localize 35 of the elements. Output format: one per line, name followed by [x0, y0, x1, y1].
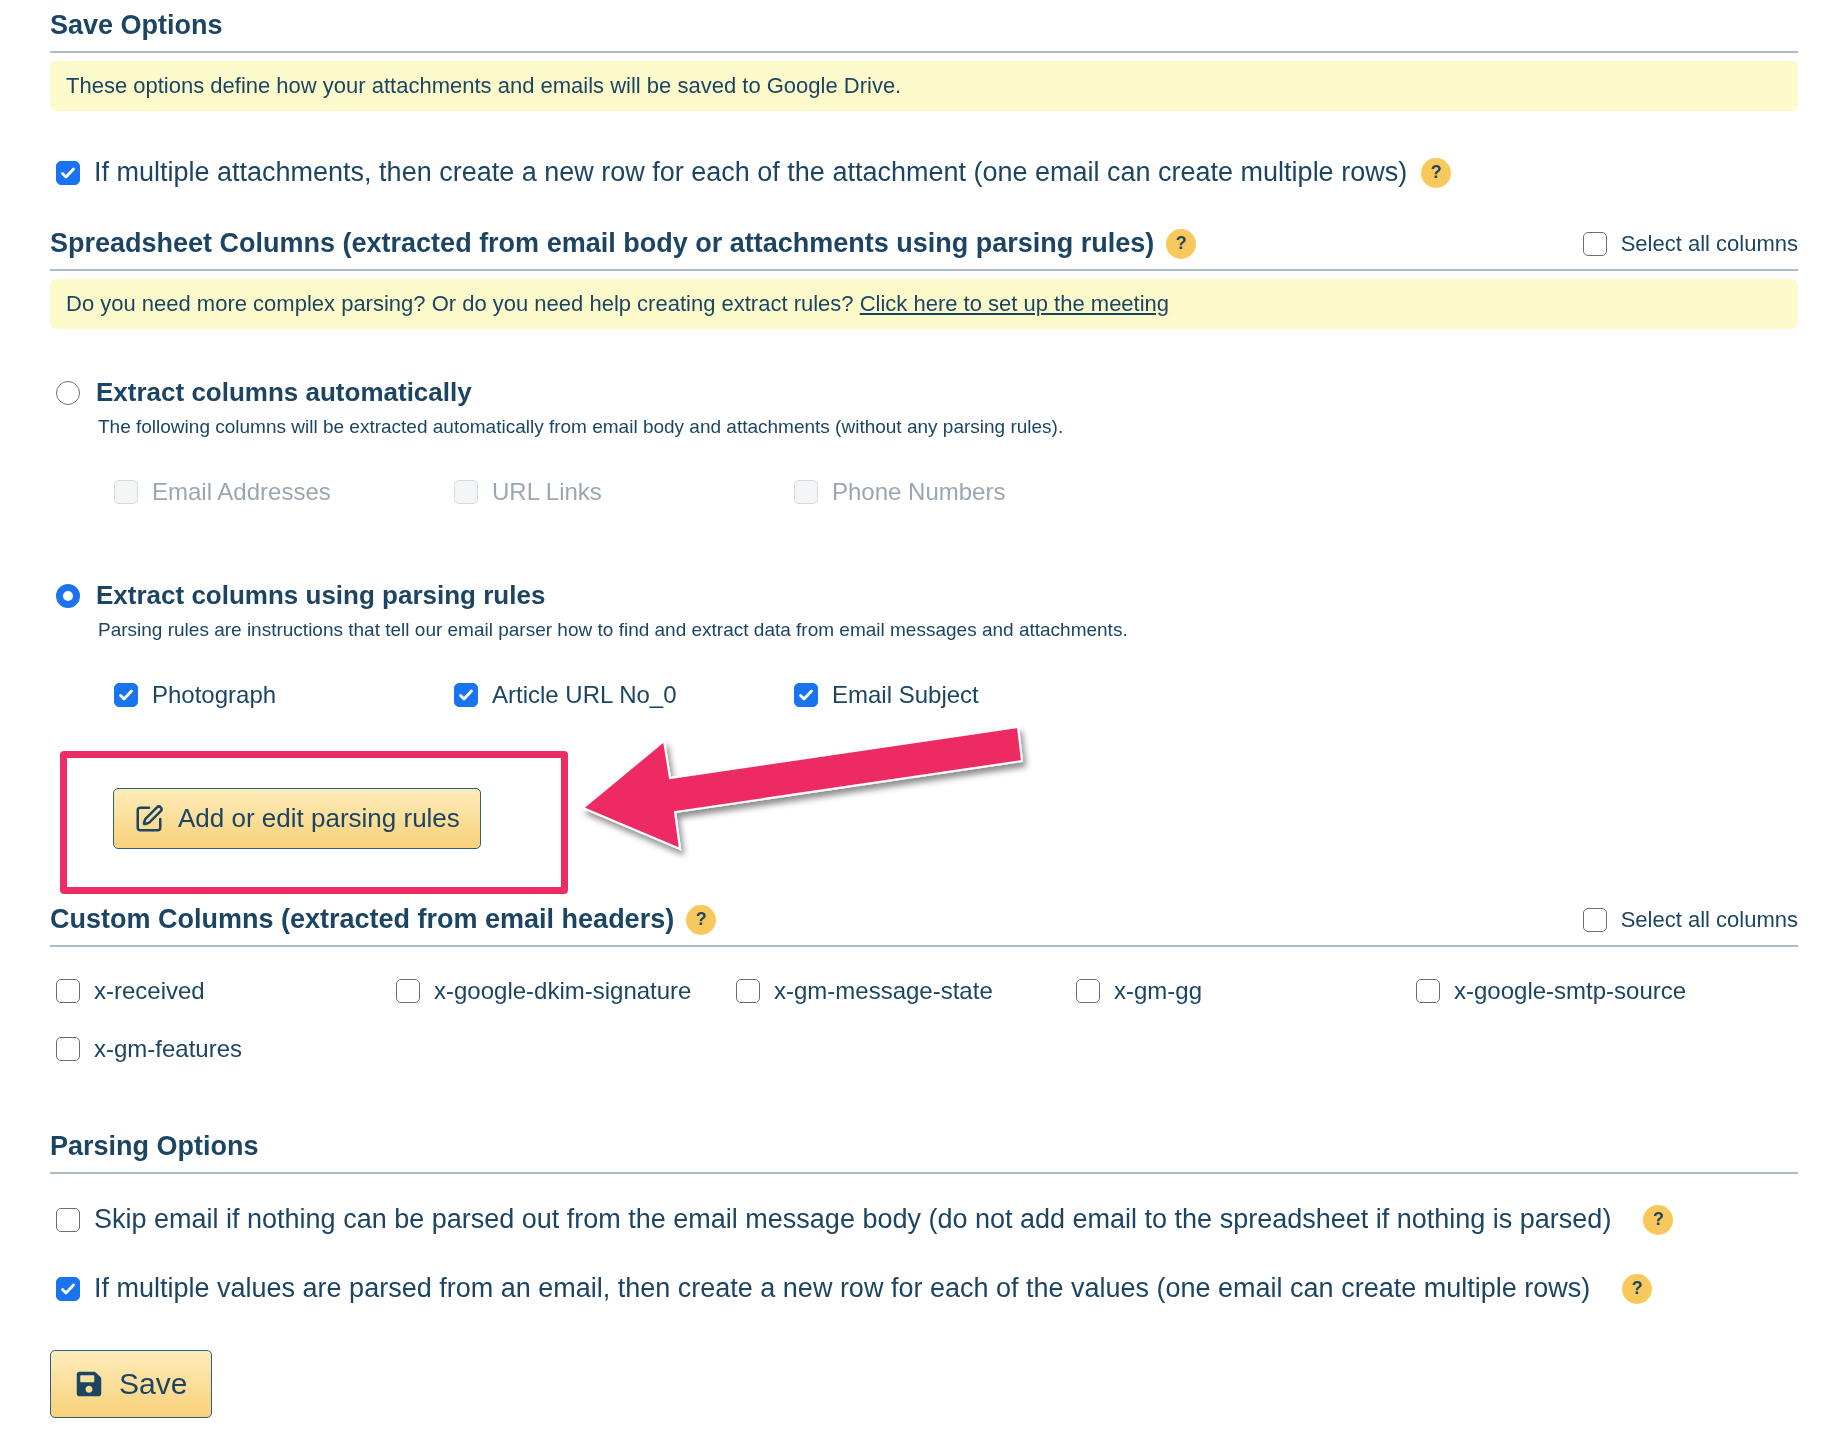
- select-all-label: Select all columns: [1620, 906, 1798, 933]
- help-icon[interactable]: ?: [1166, 228, 1197, 259]
- mode-label: Extract columns using parsing rules: [96, 580, 546, 611]
- option-label: If multiple attachments, then create a new row for each of the attachment (one email can create multiple rows): [94, 157, 1408, 188]
- option-label: If multiple values are parsed from an email, then create a new row for each of the values (one email can create multiple rows): [94, 1273, 1591, 1304]
- save-button[interactable]: Save: [50, 1350, 213, 1418]
- column-label: x-gm-gg: [1114, 977, 1203, 1005]
- mode-label: Extract columns automatically: [96, 377, 472, 408]
- column-label: Article URL No_0: [492, 681, 677, 709]
- column-label: Email Subject: [832, 681, 979, 709]
- section-title: Custom Columns (extracted from email headers): [50, 904, 675, 935]
- column-label: x-google-smtp-source: [1454, 977, 1687, 1005]
- column-label: x-google-dkim-signature: [434, 977, 692, 1005]
- column-label: x-gm-features: [94, 1035, 243, 1063]
- meeting-link[interactable]: Click here to set up the meeting: [859, 291, 1170, 316]
- info-banner: These options define how your attachments and emails will be saved to Google Drive.: [50, 61, 1798, 111]
- help-icon[interactable]: ?: [686, 904, 717, 935]
- column-label: URL Links: [492, 478, 602, 506]
- help-icon[interactable]: ?: [1643, 1204, 1674, 1235]
- option-label: Skip email if nothing can be parsed out from the email message body (do not add email to the spreadsheet if nothing is parsed): [94, 1204, 1612, 1235]
- info-banner: Do you need more complex parsing? Or do you need help creating extract rules? Click here to set up the meeting: [50, 279, 1798, 329]
- section-title: Spreadsheet Columns (extracted from email body or attachments using parsing rules): [50, 228, 1155, 259]
- column-label: Photograph: [152, 681, 277, 709]
- edit-rules-button[interactable]: Add or edit parsing rules: [113, 788, 481, 849]
- section-title: Parsing Options: [50, 1131, 259, 1162]
- section-title: Save Options: [50, 10, 223, 41]
- help-icon[interactable]: ?: [1622, 1273, 1653, 1304]
- column-label: Phone Numbers: [832, 478, 1006, 506]
- select-all-label: Select all columns: [1620, 230, 1798, 257]
- column-label: Email Addresses: [152, 478, 331, 506]
- mode-description: The following columns will be extracted automatically from email body and attachments (without any parsing rules).: [98, 416, 1065, 438]
- column-label: x-gm-message-state: [774, 977, 993, 1005]
- help-icon[interactable]: ?: [1421, 157, 1452, 188]
- mode-description: Parsing rules are instructions that tell our email parser how to find and extract data from email messages and attachments.: [98, 619, 1129, 641]
- column-label: x-received: [94, 977, 205, 1005]
